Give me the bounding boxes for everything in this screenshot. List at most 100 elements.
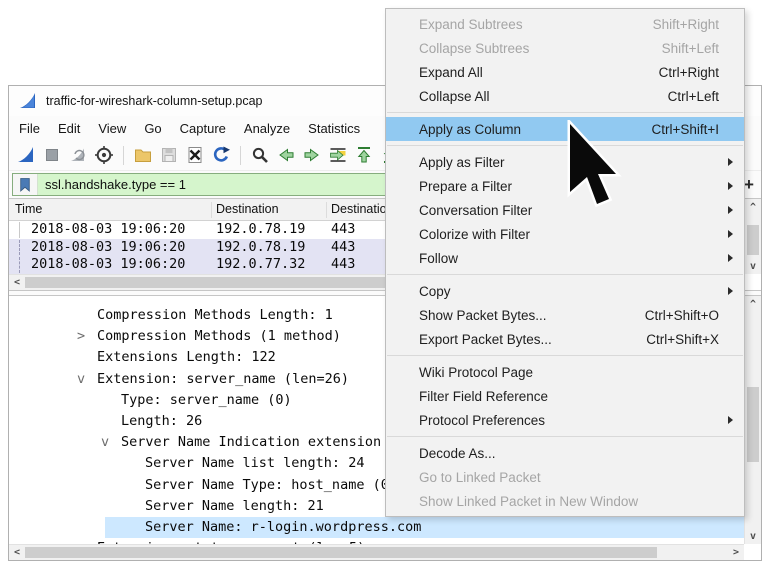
save-file-icon[interactable] xyxy=(159,145,179,165)
screenshot-canvas: traffic-for-wireshark-column-setup.pcap … xyxy=(0,0,768,563)
scroll-up-icon[interactable]: ^ xyxy=(745,200,761,214)
scrollbar-thumb[interactable] xyxy=(747,225,759,255)
column-header-destination[interactable]: Destination xyxy=(216,202,279,216)
menu-item-label: Colorize with Filter xyxy=(419,227,719,242)
submenu-arrow-icon xyxy=(728,287,733,295)
menubar-item[interactable]: Analyze xyxy=(235,119,299,138)
first-packet-icon[interactable] xyxy=(354,145,374,165)
context-menu: Expand Subtrees Shift+Right Collapse Sub… xyxy=(385,8,745,517)
go-to-packet-icon[interactable] xyxy=(328,145,348,165)
capture-options-icon[interactable] xyxy=(94,145,114,165)
filter-bookmark-button[interactable] xyxy=(13,174,38,195)
stop-capture-icon[interactable] xyxy=(42,145,62,165)
menu-separator xyxy=(386,270,744,279)
menubar-item[interactable]: Capture xyxy=(171,119,235,138)
menu-item-shortcut: Ctrl+Left xyxy=(668,89,719,104)
submenu-arrow-icon xyxy=(728,416,733,424)
menu-item[interactable]: Copy xyxy=(386,279,744,303)
menu-item-label: Go to Linked Packet xyxy=(419,470,719,485)
previous-packet-icon[interactable] xyxy=(276,145,296,165)
scroll-down-icon[interactable]: v xyxy=(745,529,761,543)
detail-text: Server Name Indication extension xyxy=(121,434,381,450)
menu-item[interactable]: Wiki Protocol Page xyxy=(386,360,744,384)
menu-item[interactable]: Show Packet Bytes... Ctrl+Shift+O xyxy=(386,303,744,327)
scrollbar-thumb[interactable] xyxy=(747,387,759,462)
menubar-item[interactable]: Edit xyxy=(49,119,89,138)
open-file-icon[interactable] xyxy=(133,145,153,165)
scroll-left-icon[interactable]: < xyxy=(10,545,24,560)
menu-item-label: Wiki Protocol Page xyxy=(419,365,719,380)
menu-item[interactable]: Colorize with Filter xyxy=(386,222,744,246)
menu-item-label: Collapse Subtrees xyxy=(419,41,662,56)
menubar-item[interactable]: View xyxy=(89,119,135,138)
menu-item-label: Show Linked Packet in New Window xyxy=(419,494,719,509)
menu-separator xyxy=(386,351,744,360)
menu-item[interactable]: Conversation Filter xyxy=(386,198,744,222)
menu-item-label: Export Packet Bytes... xyxy=(419,332,646,347)
next-packet-icon[interactable] xyxy=(302,145,322,165)
tree-expander-icon[interactable] xyxy=(77,326,97,347)
menu-item-shortcut: Ctrl+Shift+I xyxy=(651,122,719,137)
menubar-item[interactable]: Statistics xyxy=(299,119,369,138)
reload-file-icon[interactable] xyxy=(211,145,231,165)
menu-item-label: Expand Subtrees xyxy=(419,17,653,32)
menu-item[interactable]: Protocol Preferences xyxy=(386,408,744,432)
column-divider[interactable] xyxy=(211,202,212,218)
cell-destination-port: 443 xyxy=(331,256,355,274)
menu-item: Expand Subtrees Shift+Right xyxy=(386,12,744,36)
column-header-time[interactable]: Time xyxy=(15,202,42,216)
scroll-up-icon[interactable]: ^ xyxy=(745,297,761,311)
detail-text: Length: 26 xyxy=(121,413,202,429)
menu-item-label: Follow xyxy=(419,251,719,266)
menubar-item[interactable]: Go xyxy=(135,119,170,138)
menu-item[interactable]: Collapse All Ctrl+Left xyxy=(386,84,744,108)
find-packet-icon[interactable] xyxy=(250,145,270,165)
submenu-arrow-icon xyxy=(728,182,733,190)
menu-item-label: Copy xyxy=(419,284,719,299)
menu-item[interactable]: Expand All Ctrl+Right xyxy=(386,60,744,84)
scroll-right-icon[interactable]: > xyxy=(729,545,743,560)
close-file-icon[interactable] xyxy=(185,145,205,165)
detail-text: Compression Methods (1 method) xyxy=(97,328,341,344)
cell-time: 2018-08-03 19:06:20 xyxy=(31,256,185,274)
menu-item[interactable]: Prepare a Filter xyxy=(386,174,744,198)
submenu-arrow-slot xyxy=(719,287,741,295)
menu-separator xyxy=(386,141,744,150)
menu-item[interactable]: Export Packet Bytes... Ctrl+Shift+X xyxy=(386,327,744,351)
detail-line[interactable]: Server Name: r-login.wordpress.com xyxy=(9,517,744,538)
wireshark-logo-icon xyxy=(18,91,38,111)
detail-text: Extension: server_name (len=26) xyxy=(97,371,349,387)
menu-item[interactable]: Apply as Filter xyxy=(386,150,744,174)
bookmark-icon xyxy=(19,177,31,192)
scroll-left-icon[interactable]: < xyxy=(10,275,24,290)
detail-text: Server Name: r-login.wordpress.com xyxy=(145,519,421,535)
menu-item[interactable]: Filter Field Reference xyxy=(386,384,744,408)
mouse-cursor-icon xyxy=(566,120,622,212)
menu-item[interactable]: Follow xyxy=(386,246,744,270)
menubar-item[interactable]: File xyxy=(10,119,49,138)
menu-item[interactable]: Apply as Column Ctrl+Shift+I xyxy=(386,117,744,141)
detail-text: Compression Methods Length: 1 xyxy=(97,307,333,323)
menu-separator xyxy=(386,432,744,441)
cell-time: 2018-08-03 19:06:20 xyxy=(31,221,185,239)
submenu-arrow-icon xyxy=(728,206,733,214)
cell-time: 2018-08-03 19:06:20 xyxy=(31,239,185,257)
column-divider[interactable] xyxy=(326,202,327,218)
scrollbar-thumb[interactable] xyxy=(25,547,657,558)
submenu-arrow-slot xyxy=(719,230,741,238)
cell-destination-port: 443 xyxy=(331,239,355,257)
menu-item[interactable]: Decode As... xyxy=(386,441,744,465)
packet-list-vertical-scrollbar[interactable]: ^ v xyxy=(744,199,761,274)
scroll-down-icon[interactable]: v xyxy=(745,259,761,273)
detail-text: Extensions Length: 122 xyxy=(97,349,276,365)
tree-expander-icon[interactable] xyxy=(77,369,97,390)
details-horizontal-scrollbar[interactable]: < > xyxy=(9,544,744,560)
start-capture-icon[interactable] xyxy=(16,145,36,165)
menu-item: Collapse Subtrees Shift+Left xyxy=(386,36,744,60)
restart-capture-icon[interactable] xyxy=(68,145,88,165)
tree-expander-icon[interactable] xyxy=(101,432,121,453)
menu-item-label: Decode As... xyxy=(419,446,719,461)
details-vertical-scrollbar[interactable]: ^ v xyxy=(744,296,761,544)
window-title: traffic-for-wireshark-column-setup.pcap xyxy=(46,94,263,108)
toolbar-separator xyxy=(240,146,241,165)
